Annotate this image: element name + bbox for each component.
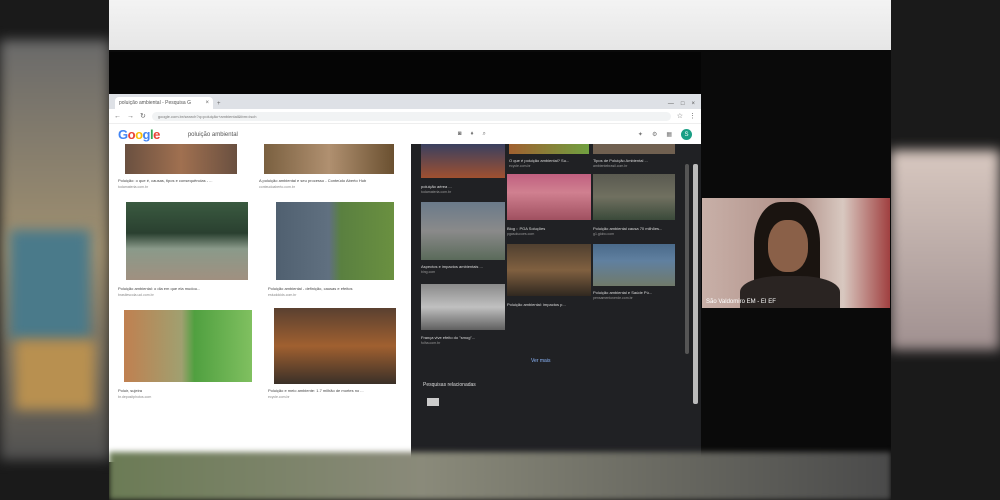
tab-title: poluição ambiental - Pesquisa G [119, 100, 191, 106]
camera-icon[interactable]: ◙ [458, 131, 462, 138]
result-caption[interactable]: Poluição: o que é, causas, tipos e conse… [118, 178, 246, 183]
result-image[interactable] [421, 284, 505, 330]
account-tools: ✦ ⚙ ▦ S [638, 129, 692, 140]
result-source: estudokids.com.br [268, 293, 297, 297]
participant-camera: São Valdomiro EM - EI EF [702, 198, 890, 308]
see-more-link[interactable]: Ver mais [531, 358, 550, 364]
result-image[interactable] [593, 174, 675, 220]
google-header: Google poluição ambiental ◙ ♦ ⌕ ✦ ⚙ ▦ S [109, 124, 701, 145]
result-source: todamateria.com.br [118, 185, 149, 189]
result-caption[interactable]: Poluição ambiental: impactos p... [507, 302, 591, 307]
results-area: Poluição: o que é, causas, tipos e conse… [109, 144, 701, 462]
mic-icon[interactable]: ♦ [470, 131, 473, 138]
result-source: todamateria.com.br [421, 190, 452, 194]
result-source: br.depositphotos.com [118, 395, 152, 399]
result-source: ambientebrasil.com.br [593, 164, 628, 168]
bottom-bar [109, 452, 891, 500]
close-icon[interactable]: × [205, 100, 209, 106]
gear-icon[interactable]: ⚙ [652, 131, 657, 138]
result-source: ecycle.com.br [509, 164, 531, 168]
result-source: g1.globo.com [593, 232, 615, 236]
result-image[interactable] [507, 174, 591, 220]
apps-icon[interactable]: ▦ [666, 131, 672, 138]
window-controls: — □ × [668, 101, 701, 109]
page-scrollbar[interactable] [693, 164, 698, 404]
result-caption[interactable]: Poluição ambiental causa 70 milhões... [593, 226, 675, 231]
star-icon[interactable]: ☆ [677, 112, 683, 120]
result-caption[interactable]: Blog :: PGA Soluções [507, 226, 591, 231]
result-caption[interactable]: Tipos de Poluição Ambiental ... [593, 158, 675, 163]
result-source: conteudoaberto.com.br [259, 185, 295, 189]
avatar[interactable]: S [681, 129, 692, 140]
result-caption[interactable]: Poluição ambiental: o dia em que ela mud… [118, 286, 256, 291]
related-thumbnail[interactable] [427, 398, 439, 406]
related-searches-heading: Pesquisas relacionadas [423, 382, 476, 388]
result-image[interactable] [593, 144, 675, 154]
image-preview-panel: poluição aérea ... todamateria.com.br O … [411, 144, 701, 462]
back-icon[interactable]: ← [114, 113, 121, 120]
search-tools: ◙ ♦ ⌕ [458, 131, 486, 138]
result-caption[interactable]: Poluir, sujeira [118, 388, 246, 393]
result-caption[interactable]: O que é poluição ambiental? Su... [509, 158, 589, 163]
browser-window: poluição ambiental - Pesquisa G × + — □ … [109, 94, 701, 462]
menu-icon[interactable]: ⋮ [689, 112, 696, 120]
result-caption[interactable]: Poluição e meio ambiente: 1.7 milhão de … [268, 388, 408, 393]
browser-tab[interactable]: poluição ambiental - Pesquisa G × [115, 97, 213, 109]
new-tab-button[interactable]: + [217, 101, 221, 107]
top-bar [109, 0, 891, 50]
result-image[interactable] [125, 144, 237, 174]
result-source: brasilescola.uol.com.br [118, 293, 154, 297]
result-image[interactable] [276, 202, 394, 280]
result-image[interactable] [264, 144, 394, 174]
result-image[interactable] [593, 244, 675, 286]
result-image[interactable] [507, 244, 591, 296]
maximize-button[interactable]: □ [681, 101, 685, 107]
search-input[interactable]: poluição ambiental [188, 132, 458, 138]
forward-icon[interactable]: → [127, 113, 134, 120]
result-image[interactable] [274, 308, 396, 384]
result-source: folha.com.br [421, 341, 441, 345]
result-caption[interactable]: Poluição ambiental e Saúde Pú... [593, 290, 675, 295]
search-icon[interactable]: ⌕ [483, 131, 486, 138]
result-image[interactable] [509, 144, 589, 154]
result-image[interactable] [421, 144, 505, 178]
result-source: pensamentoverde.com.br [593, 296, 633, 300]
result-source: pgasolucoes.com [507, 232, 535, 236]
panel-scrollbar[interactable] [685, 164, 689, 354]
result-image[interactable] [421, 202, 505, 260]
result-caption[interactable]: Aspectos e impactos ambientais ... [421, 264, 505, 269]
result-image[interactable] [126, 202, 248, 280]
result-source: ecycle.com.br [268, 395, 290, 399]
result-image[interactable] [124, 310, 252, 382]
tab-bar: poluição ambiental - Pesquisa G × + — □ … [109, 94, 701, 109]
minimize-button[interactable]: — [668, 101, 674, 107]
image-results-grid: Poluição: o que é, causas, tipos e conse… [109, 144, 409, 462]
result-caption[interactable]: França vive efeito do "smog"... [421, 335, 505, 340]
participant-face [768, 220, 808, 272]
result-caption[interactable]: poluição aérea ... [421, 184, 505, 189]
browser-toolbar: ← → ↻ google.com.br/search?q=poluição+am… [109, 109, 701, 124]
google-logo[interactable]: Google [118, 127, 160, 142]
reload-icon[interactable]: ↻ [140, 112, 146, 120]
screen-share: poluição ambiental - Pesquisa G × + — □ … [109, 52, 701, 462]
result-source: bing.com [421, 270, 436, 274]
video-call-frame: poluição ambiental - Pesquisa G × + — □ … [109, 0, 891, 500]
settings-icon[interactable]: ✦ [638, 131, 643, 138]
participant-name: São Valdomiro EM - EI EF [706, 299, 776, 305]
result-caption[interactable]: A poluição ambiental e seu processo - Co… [259, 178, 404, 183]
result-caption[interactable]: Poluição ambiental - definição, causas e… [268, 286, 406, 291]
address-bar[interactable]: google.com.br/search?q=poluição+ambienta… [151, 111, 671, 121]
close-window-button[interactable]: × [691, 101, 695, 107]
